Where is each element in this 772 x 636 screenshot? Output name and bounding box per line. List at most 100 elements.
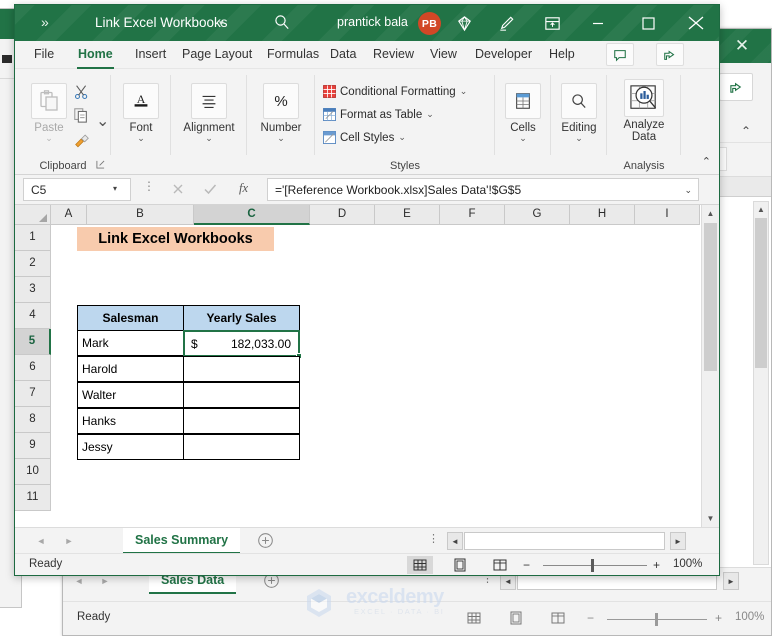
- share-icon[interactable]: [719, 73, 753, 101]
- row-header-9[interactable]: 9: [15, 433, 51, 459]
- column-header-c[interactable]: C: [194, 205, 310, 225]
- cells-caret[interactable]: ⌄: [495, 134, 551, 143]
- hscroll-left-button[interactable]: ◄: [447, 532, 463, 550]
- background-ribbon-collapse[interactable]: ⌃: [741, 124, 751, 138]
- analyze-data-button[interactable]: Analyze Data: [616, 79, 672, 143]
- share-icon[interactable]: [656, 43, 684, 66]
- row-header-2[interactable]: 2: [15, 251, 51, 277]
- background-scroll-thumb[interactable]: [755, 218, 767, 368]
- sheet-prev-arrow[interactable]: ◄: [33, 533, 49, 549]
- ribbon-display-options-icon[interactable]: [543, 14, 563, 34]
- column-header-e[interactable]: E: [375, 205, 440, 225]
- column-header-f[interactable]: F: [440, 205, 505, 225]
- hscroll-right-button[interactable]: ►: [670, 532, 686, 550]
- background-close-button[interactable]: ✕: [719, 29, 765, 63]
- paste-caret[interactable]: ⌄: [21, 134, 77, 143]
- clipboard-dialog-launcher[interactable]: [96, 160, 105, 171]
- minimize-button[interactable]: [583, 13, 613, 33]
- sheet-tab-overflow-dots[interactable]: ⋮: [428, 534, 439, 545]
- table-row[interactable]: Walter: [77, 382, 184, 408]
- column-header-g[interactable]: G: [505, 205, 570, 225]
- row-header-7[interactable]: 7: [15, 381, 51, 407]
- chevron-down-icon[interactable]: ▾: [219, 18, 224, 29]
- zoom-slider-track[interactable]: [543, 565, 647, 566]
- zoom-slider-thumb[interactable]: [591, 559, 594, 572]
- row-header-3[interactable]: 3: [15, 277, 51, 303]
- insert-function-icon[interactable]: fx: [239, 181, 248, 196]
- table-header-yearly-sales[interactable]: Yearly Sales: [183, 305, 300, 331]
- close-button[interactable]: [681, 11, 711, 35]
- background-page-break-view-button[interactable]: [545, 609, 571, 627]
- conditional-formatting-caret[interactable]: ⌄: [460, 86, 468, 97]
- font-button[interactable]: A Font ⌄: [113, 83, 169, 143]
- tab-help[interactable]: Help: [542, 41, 582, 69]
- background-page-layout-view-button[interactable]: [503, 609, 529, 627]
- alignment-button[interactable]: Alignment ⌄: [181, 83, 237, 143]
- font-caret[interactable]: ⌄: [113, 134, 169, 143]
- normal-view-button[interactable]: [407, 556, 433, 574]
- background-scroll-up-icon[interactable]: ▲: [754, 202, 768, 217]
- formula-bar-overflow-dots[interactable]: ⋮: [143, 180, 155, 192]
- column-header-b[interactable]: B: [87, 205, 194, 225]
- title-banner-cell[interactable]: Link Excel Workbooks: [77, 227, 274, 251]
- select-all-corner-button[interactable]: [15, 205, 51, 225]
- table-header-salesman[interactable]: Salesman: [77, 305, 184, 331]
- horizontal-scrollbar[interactable]: [464, 532, 665, 550]
- cut-button[interactable]: [73, 83, 91, 106]
- row-header-6[interactable]: 6: [15, 355, 51, 381]
- vertical-scroll-thumb[interactable]: [704, 223, 717, 371]
- scroll-up-icon[interactable]: ▲: [702, 205, 719, 222]
- quick-access-overflow-button[interactable]: »: [41, 14, 49, 30]
- tab-view[interactable]: View: [423, 41, 464, 69]
- row-header-5[interactable]: 5: [15, 329, 51, 355]
- tab-review[interactable]: Review: [366, 41, 421, 69]
- table-cell-empty[interactable]: [183, 434, 300, 460]
- table-cell-empty[interactable]: [183, 408, 300, 434]
- row-header-8[interactable]: 8: [15, 407, 51, 433]
- column-header-i[interactable]: I: [635, 205, 700, 225]
- sheet-next-arrow[interactable]: ►: [61, 533, 77, 549]
- tab-formulas[interactable]: Formulas: [260, 41, 326, 69]
- row-header-10[interactable]: 10: [15, 459, 51, 485]
- background-normal-view-button[interactable]: [461, 609, 487, 627]
- background-zoom-out-button[interactable]: −: [587, 611, 594, 625]
- zoom-level[interactable]: 100%: [673, 558, 702, 570]
- column-header-d[interactable]: D: [310, 205, 375, 225]
- copy-caret[interactable]: ⌄: [96, 111, 109, 131]
- ribbon-collapse-button[interactable]: ⌃: [702, 155, 711, 168]
- table-row[interactable]: Mark: [77, 330, 184, 356]
- cancel-x-icon[interactable]: [167, 179, 191, 201]
- maximize-button[interactable]: [633, 13, 663, 33]
- paste-button[interactable]: Paste ⌄: [21, 83, 77, 143]
- row-header-11[interactable]: 11: [15, 485, 51, 511]
- table-cell-empty[interactable]: [183, 382, 300, 408]
- selected-cell-c5[interactable]: $ 182,033.00: [183, 330, 300, 357]
- foreground-window-link-excel-workbooks[interactable]: » Link Excel Workbooks ▾ prantick bala P…: [14, 4, 720, 576]
- tab-developer[interactable]: Developer: [468, 41, 539, 69]
- tab-file[interactable]: File: [27, 41, 61, 69]
- avatar[interactable]: PB: [418, 12, 441, 35]
- editing-button[interactable]: Editing ⌄: [551, 83, 607, 143]
- add-sheet-button[interactable]: [257, 532, 275, 550]
- editing-caret[interactable]: ⌄: [551, 134, 607, 143]
- background-zoom-in-button[interactable]: +: [715, 611, 722, 625]
- table-row[interactable]: Harold: [77, 356, 184, 382]
- tab-data[interactable]: Data: [323, 41, 363, 69]
- alignment-caret[interactable]: ⌄: [181, 134, 237, 143]
- format-as-table-button[interactable]: Format as Table ⌄: [323, 108, 434, 121]
- tab-insert[interactable]: Insert: [128, 41, 173, 69]
- background-hscroll-right[interactable]: ►: [723, 572, 739, 590]
- number-caret[interactable]: ⌄: [253, 134, 309, 143]
- zoom-in-button[interactable]: +: [653, 558, 660, 572]
- cell-styles-caret[interactable]: ⌄: [398, 132, 406, 143]
- format-as-table-caret[interactable]: ⌄: [426, 109, 434, 120]
- comment-icon[interactable]: [606, 43, 634, 66]
- conditional-formatting-button[interactable]: Conditional Formatting ⌄: [323, 85, 467, 98]
- page-layout-view-button[interactable]: [447, 556, 473, 574]
- scroll-down-icon[interactable]: ▼: [702, 510, 719, 527]
- column-header-a[interactable]: A: [51, 205, 87, 225]
- tab-home[interactable]: Home: [71, 41, 120, 69]
- row-header-4[interactable]: 4: [15, 303, 51, 329]
- cell-area[interactable]: Link Excel Workbooks Salesman Yearly Sal…: [51, 225, 701, 527]
- row-header-1[interactable]: 1: [15, 225, 51, 251]
